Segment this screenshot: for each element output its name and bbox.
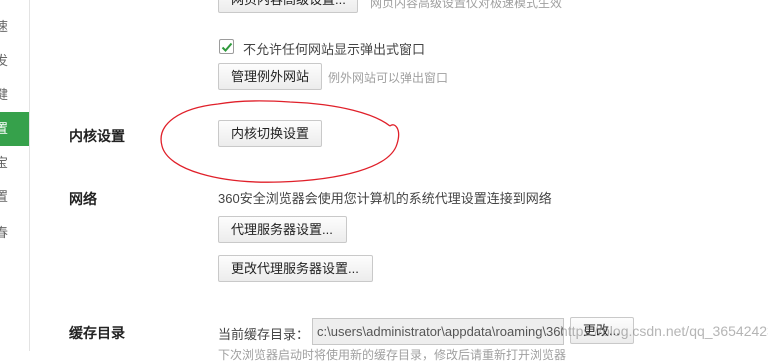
proxy-settings-button[interactable]: 代理服务器设置... (218, 216, 347, 243)
exceptions-hint: 例外网站可以弹出窗口 (328, 71, 449, 85)
sidebar-item[interactable]: 发 (0, 44, 29, 78)
kernel-section-title: 内核设置 (69, 128, 125, 144)
sidebar-item[interactable]: 春 (0, 216, 29, 250)
network-description: 360安全浏览器会使用您计算机的系统代理设置连接到网络 (218, 191, 552, 206)
manage-exceptions-button[interactable]: 管理例外网站 (218, 63, 322, 90)
sidebar-item[interactable]: 宝 (0, 146, 29, 180)
cache-path-field[interactable]: c:\users\administrator\appdata\roaming\3… (312, 318, 564, 345)
network-section-title: 网络 (69, 191, 97, 207)
settings-sidebar: 速 发 健 置 宝 置 春 (0, 0, 30, 351)
checkmark-icon (221, 42, 233, 52)
advanced-content-settings-button[interactable]: 网页内容高级设置... (218, 0, 358, 13)
current-cache-label: 当前缓存目录： (218, 327, 310, 342)
block-popups-label: 不允许任何网站显示弹出式窗口 (243, 42, 426, 57)
red-annotation-circle (160, 100, 400, 183)
advanced-content-hint: 网页内容高级设置仅对极速模式生效 (370, 0, 563, 10)
cache-bottom-hint: 下次浏览器启动时将使用新的缓存目录，修改后请重新打开浏览器 (218, 348, 567, 362)
block-popups-checkbox[interactable] (219, 39, 234, 54)
sidebar-item[interactable]: 置 (0, 180, 29, 214)
sidebar-item[interactable]: 健 (0, 78, 29, 112)
sidebar-item[interactable]: 速 (0, 10, 29, 44)
blog-watermark: https://blog.csdn.net/qq_36542423 (560, 323, 768, 339)
change-proxy-button[interactable]: 更改代理服务器设置... (218, 255, 373, 282)
cache-section-title: 缓存目录 (69, 325, 125, 341)
sidebar-item-advanced[interactable]: 置 (0, 112, 29, 146)
